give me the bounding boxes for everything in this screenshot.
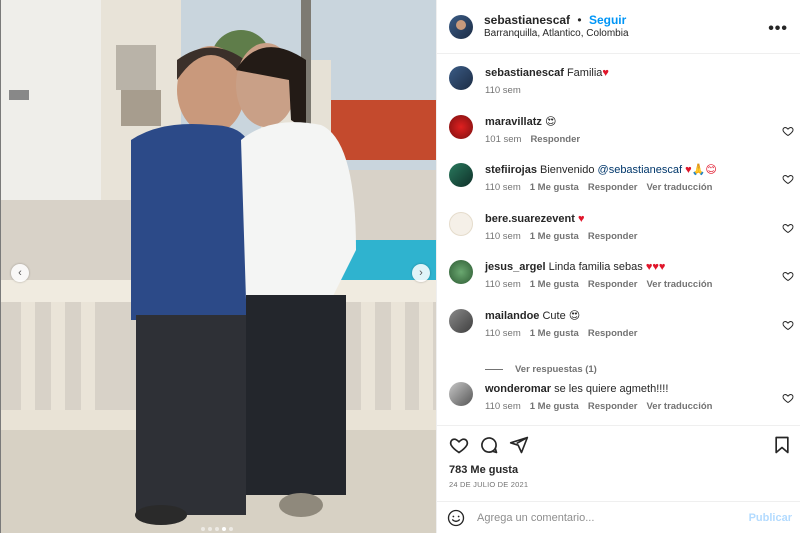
post-comment-button[interactable]: Publicar — [749, 512, 792, 524]
separator-dot: • — [577, 12, 582, 27]
comment-username[interactable]: wonderomar — [485, 383, 551, 395]
chevron-right-icon[interactable]: › — [412, 264, 430, 282]
heart-icon[interactable] — [782, 125, 794, 137]
heart-icon[interactable] — [782, 319, 794, 331]
caption-username[interactable]: sebastianescaf — [485, 67, 564, 79]
avatar[interactable] — [449, 308, 473, 333]
comment-item: bere.suarezevent ♥ 110 sem 1 Me gusta Re… — [437, 211, 800, 261]
avatar[interactable] — [449, 66, 473, 90]
comment-username[interactable]: jesus_argel — [485, 261, 546, 273]
heart-icon[interactable] — [449, 435, 469, 455]
carousel-dot — [229, 527, 233, 531]
location-link[interactable]: Barranquilla, Atlantico, Colombia — [484, 27, 629, 41]
avatar[interactable] — [449, 163, 473, 187]
carousel-dot — [208, 527, 212, 531]
comment-text: Cute — [542, 309, 566, 322]
post-details-panel: sebastianescaf • Seguir Barranquilla, At… — [436, 0, 800, 533]
reply-button[interactable]: Responder — [588, 328, 638, 339]
reply-button[interactable]: Responder — [588, 401, 638, 412]
translate-button[interactable]: Ver traducción — [646, 182, 712, 193]
heart-icon[interactable] — [782, 270, 794, 282]
caption-emoji: ♥ — [602, 67, 609, 79]
emoji-icon[interactable] — [447, 509, 465, 527]
follow-button[interactable]: Seguir — [589, 13, 626, 27]
comment-item: jesus_argel Linda familia sebas ♥♥♥ 110 … — [437, 260, 800, 309]
comment-username[interactable]: stefiirojas — [485, 164, 537, 176]
comment-item: stefiirojas Bienvenido @sebastianescaf ♥… — [437, 163, 800, 212]
add-comment-bar: Publicar — [437, 501, 800, 533]
avatar[interactable] — [449, 14, 473, 39]
carousel-dot — [201, 527, 205, 531]
more-icon[interactable]: ••• — [768, 20, 788, 38]
likes-count[interactable]: 1 Me gusta — [530, 279, 579, 290]
header-names: sebastianescaf • Seguir Barranquilla, At… — [484, 13, 629, 41]
comment-time: 110 sem — [485, 230, 521, 242]
comment-text: Linda familia sebas — [548, 261, 643, 273]
comment-username[interactable]: mailandoe — [485, 310, 539, 322]
save-icon[interactable] — [772, 435, 792, 455]
comment-mention[interactable]: @sebastianescaf — [598, 164, 683, 176]
carousel-dots — [201, 527, 233, 531]
post-date: 24 DE JULIO DE 2021 — [449, 480, 529, 489]
comment-emoji: ♥ — [577, 212, 585, 225]
avatar[interactable] — [449, 260, 473, 284]
post-actions — [437, 425, 800, 463]
comment-time: 110 sem — [485, 279, 521, 290]
comment-emoji: 😍 — [544, 115, 557, 128]
comment-username[interactable]: maravillatz — [485, 116, 542, 128]
avatar[interactable] — [449, 114, 473, 139]
comment-text: Bienvenido — [540, 164, 595, 176]
replies-dash — [485, 369, 503, 370]
post-header: sebastianescaf • Seguir Barranquilla, At… — [437, 0, 800, 54]
comment-time: 101 sem — [485, 133, 522, 145]
likes-count[interactable]: 1 Me gusta — [530, 231, 579, 242]
view-replies-button[interactable]: Ver respuestas (1) — [485, 357, 800, 382]
translate-button[interactable]: Ver traducción — [646, 401, 712, 412]
likes-count[interactable]: 1 Me gusta — [530, 328, 579, 339]
comment-item: mailandoe Cute 😍 110 sem 1 Me gusta Resp… — [437, 308, 800, 358]
caption: sebastianescaf Familia♥ 110 sem — [437, 66, 800, 115]
share-icon[interactable] — [509, 435, 529, 455]
carousel-dot — [215, 527, 219, 531]
avatar[interactable] — [449, 211, 473, 236]
reply-button[interactable]: Responder — [588, 182, 638, 193]
comment-username[interactable]: bere.suarezevent — [485, 213, 575, 225]
post-photo[interactable]: ‹ › — [0, 0, 436, 533]
likes-count[interactable]: 1 Me gusta — [530, 182, 579, 193]
caption-time: 110 sem — [485, 85, 521, 96]
comment-item: wonderomar se les quiere agmeth!!!! 110 … — [437, 382, 800, 425]
translate-button[interactable]: Ver traducción — [646, 279, 712, 290]
comment-text: se les quiere agmeth!!!! — [554, 383, 669, 395]
post-likes-count[interactable]: 783 Me gusta — [437, 463, 800, 477]
chevron-left-icon[interactable]: ‹ — [11, 264, 29, 282]
comment-emoji: 😍 — [568, 309, 581, 322]
comment-icon[interactable] — [479, 435, 499, 455]
comments-list: sebastianescaf Familia♥ 110 sem maravill… — [437, 54, 800, 425]
comment-time: 110 sem — [485, 327, 521, 339]
caption-text: Familia — [566, 67, 603, 79]
comment-input[interactable] — [477, 511, 737, 524]
heart-icon[interactable] — [782, 222, 794, 234]
heart-icon[interactable] — [782, 392, 794, 404]
comment-emoji: ♥♥♥ — [645, 261, 666, 273]
avatar[interactable] — [449, 382, 473, 406]
reply-button[interactable]: Responder — [530, 134, 580, 145]
photo-image — [1, 0, 436, 533]
comment-time: 110 sem — [485, 182, 521, 193]
carousel-dot-active — [222, 527, 226, 531]
view-replies-label: Ver respuestas (1) — [515, 364, 597, 375]
reply-button[interactable]: Responder — [588, 279, 638, 290]
comment-item: maravillatz 😍 101 sem Responder — [437, 114, 800, 164]
reply-button[interactable]: Responder — [588, 231, 638, 242]
comment-emoji: ♥🙏😊 — [685, 164, 717, 176]
heart-icon[interactable] — [782, 173, 794, 185]
comment-time: 110 sem — [485, 401, 521, 412]
author-username[interactable]: sebastianescaf — [484, 13, 570, 27]
likes-count[interactable]: 1 Me gusta — [530, 401, 579, 412]
